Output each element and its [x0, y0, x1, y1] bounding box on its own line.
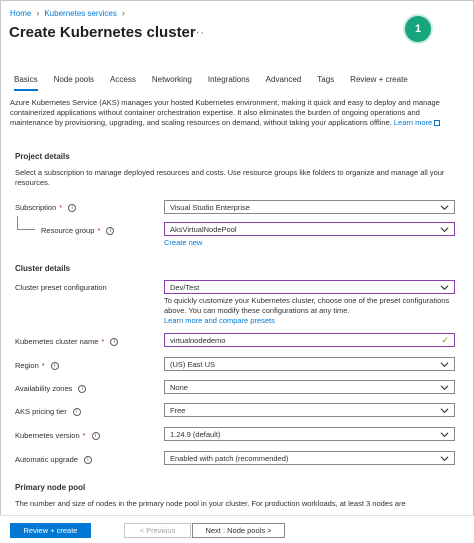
review-create-button[interactable]: Review + create	[10, 523, 91, 538]
info-icon[interactable]: i	[72, 407, 81, 416]
version-label: Kubernetes version * i	[15, 431, 100, 440]
next-node-pools-button[interactable]: Next : Node pools >	[192, 523, 285, 538]
tab-tags[interactable]: Tags	[317, 75, 334, 91]
preset-hint: To quickly customize your Kubernetes clu…	[164, 296, 450, 315]
cluster-name-label-text: Kubernetes cluster name	[15, 337, 99, 346]
project-details-text: Select a subscription to manage deployed…	[15, 168, 445, 187]
page-title: Create Kubernetes cluster	[9, 24, 196, 41]
tab-access[interactable]: Access	[110, 75, 136, 91]
upgrade-label-text: Automatic upgrade	[15, 455, 78, 464]
required-marker: *	[59, 203, 63, 212]
primary-pool-heading: Primary node pool	[15, 483, 86, 492]
version-value: 1.24.9 (default)	[170, 429, 221, 439]
resource-group-label: Resource group * i	[41, 226, 115, 235]
tab-bar: Basics Node pools Access Networking Inte…	[14, 75, 424, 91]
info-icon[interactable]: i	[110, 337, 119, 346]
breadcrumb-kubernetes-services[interactable]: Kubernetes services	[44, 9, 116, 18]
version-label-text: Kubernetes version	[15, 431, 80, 440]
intro-description: Azure Kubernetes Service (AKS) manages y…	[10, 98, 460, 128]
chevron-down-icon	[440, 285, 449, 291]
external-link-icon	[434, 120, 441, 127]
pricing-label: AKS pricing tier i	[15, 407, 81, 416]
breadcrumb-home[interactable]: Home	[10, 9, 31, 18]
cluster-name-input[interactable]: virtualnodedemo ✓	[164, 333, 455, 347]
subscription-label-text: Subscription	[15, 203, 57, 212]
cluster-name-value: virtualnodedemo	[170, 335, 226, 345]
tab-review-create[interactable]: Review + create	[350, 75, 408, 91]
upgrade-select[interactable]: Enabled with patch (recommended)	[164, 451, 455, 465]
cluster-details-heading: Cluster details	[15, 264, 71, 273]
zones-label-text: Availability zones	[15, 384, 73, 393]
resource-group-value: AksVirtualNodePool	[170, 224, 237, 234]
upgrade-label: Automatic upgrade i	[15, 455, 92, 464]
preset-value: Dev/Test	[170, 282, 200, 292]
tree-connector	[17, 229, 35, 230]
chevron-down-icon	[440, 432, 449, 438]
learn-more-link[interactable]: Learn more	[394, 118, 432, 127]
chevron-down-icon	[440, 408, 449, 414]
subscription-select[interactable]: Visual Studio Enterprise	[164, 200, 455, 214]
chevron-down-icon	[440, 385, 449, 391]
required-marker: *	[82, 431, 86, 440]
footer-bar: Review + create < Previous Next : Node p…	[0, 515, 474, 543]
region-label: Region * i	[15, 361, 59, 370]
required-marker: *	[97, 226, 101, 235]
info-icon[interactable]: i	[91, 431, 100, 440]
tab-networking[interactable]: Networking	[152, 75, 192, 91]
tab-basics[interactable]: Basics	[14, 75, 38, 91]
create-new-link[interactable]: Create new	[164, 238, 202, 247]
info-icon[interactable]: i	[78, 384, 87, 393]
chevron-down-icon	[440, 205, 449, 211]
compare-presets-link[interactable]: Learn more and compare presets	[164, 316, 275, 325]
primary-pool-text: The number and size of nodes in the prim…	[15, 499, 406, 508]
zones-value: None	[170, 382, 188, 392]
info-icon[interactable]: i	[83, 455, 92, 464]
pricing-select[interactable]: Free	[164, 403, 455, 417]
previous-button[interactable]: < Previous	[124, 523, 191, 538]
chevron-right-icon: ›	[121, 8, 125, 18]
cluster-name-label: Kubernetes cluster name * i	[15, 337, 119, 346]
info-icon[interactable]: i	[68, 203, 77, 212]
subscription-value: Visual Studio Enterprise	[170, 202, 250, 212]
breadcrumb: Home › Kubernetes services ›	[10, 8, 125, 18]
region-value: (US) East US	[170, 359, 216, 369]
required-marker: *	[41, 361, 45, 370]
tab-advanced[interactable]: Advanced	[266, 75, 302, 91]
preset-select[interactable]: Dev/Test	[164, 280, 455, 294]
tree-connector	[17, 216, 18, 229]
region-label-text: Region	[15, 361, 39, 370]
resource-group-label-text: Resource group	[41, 226, 95, 235]
preset-label: Cluster preset configuration	[15, 283, 107, 292]
tab-node-pools[interactable]: Node pools	[54, 75, 94, 91]
upgrade-value: Enabled with patch (recommended)	[170, 453, 289, 463]
pricing-value: Free	[170, 405, 186, 415]
zones-label: Availability zones i	[15, 384, 87, 393]
preset-label-text: Cluster preset configuration	[15, 283, 107, 292]
chevron-down-icon	[440, 362, 449, 368]
resource-group-select[interactable]: AksVirtualNodePool	[164, 222, 455, 236]
required-marker: *	[101, 337, 105, 346]
step-badge: 1	[405, 16, 431, 42]
tab-integrations[interactable]: Integrations	[208, 75, 250, 91]
chevron-right-icon: ›	[36, 8, 40, 18]
info-icon[interactable]: i	[50, 361, 59, 370]
region-select[interactable]: (US) East US	[164, 357, 455, 371]
checkmark-icon: ✓	[441, 335, 449, 345]
zones-select[interactable]: None	[164, 380, 455, 394]
chevron-down-icon	[440, 456, 449, 462]
info-icon[interactable]: i	[106, 226, 115, 235]
more-options-icon[interactable]: ···	[191, 27, 205, 39]
project-details-heading: Project details	[15, 152, 70, 161]
pricing-label-text: AKS pricing tier	[15, 407, 67, 416]
subscription-label: Subscription * i	[15, 203, 77, 212]
version-select[interactable]: 1.24.9 (default)	[164, 427, 455, 441]
chevron-down-icon	[440, 227, 449, 233]
intro-text: Azure Kubernetes Service (AKS) manages y…	[10, 98, 440, 127]
